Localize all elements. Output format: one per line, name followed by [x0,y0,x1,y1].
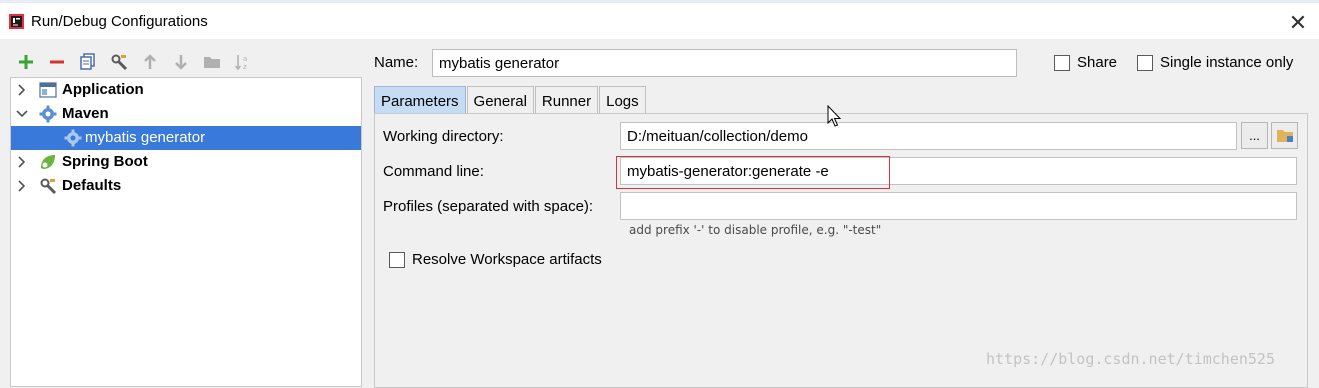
config-toolbar: az [10,48,258,76]
chevron-right-icon[interactable] [15,83,29,97]
title-bar: Run/Debug Configurations ✕ [0,3,1319,39]
maven-gear-icon [39,105,57,123]
chevron-down-icon[interactable] [15,107,29,121]
profiles-label: Profiles (separated with space): [383,198,594,215]
move-down-icon[interactable] [165,48,196,76]
tree-item-label: Spring Boot [62,153,148,170]
tree-item-label: mybatis generator [85,129,206,146]
edit-defaults-icon[interactable] [103,48,134,76]
folder-icon[interactable] [1271,122,1298,149]
window-title: Run/Debug Configurations [31,13,208,30]
single-instance-label: Single instance only [1160,54,1294,71]
svg-text:a: a [243,55,247,63]
tab-parameters[interactable]: Parameters [374,86,466,114]
move-up-icon[interactable] [134,48,165,76]
intellij-idea-icon [9,14,24,29]
maven-gear-icon [64,129,82,147]
defaults-wrench-icon [40,178,57,195]
copy-icon[interactable] [72,48,103,76]
share-checkbox[interactable] [1054,55,1070,71]
profiles-input[interactable] [620,192,1297,220]
config-tabs: Parameters General Runner Logs [374,86,647,114]
sort-icon[interactable]: az [227,48,258,76]
tree-item-spring-boot[interactable]: Spring Boot [11,150,361,174]
tree-item-label: Maven [62,105,109,122]
tree-item-label: Application [62,81,144,98]
svg-text:z: z [243,63,247,71]
folder-icon[interactable] [196,48,227,76]
tree-item-application[interactable]: Application [11,78,361,102]
name-input[interactable]: mybatis generator [432,49,1017,77]
tree-item-defaults[interactable]: Defaults [11,174,361,198]
chevron-right-icon[interactable] [15,155,29,169]
command-line-label: Command line: [383,163,484,180]
watermark: https://blog.csdn.net/timchen525 [986,350,1275,368]
working-directory-label: Working directory: [383,128,504,145]
single-instance-checkbox[interactable] [1137,55,1153,71]
name-label: Name: [374,54,419,71]
profiles-hint: add prefix '-' to disable profile, e.g. … [629,223,882,237]
remove-icon[interactable] [41,48,72,76]
configuration-tree: Application Maven mybatis generator Spri… [10,77,362,387]
application-icon [39,82,57,98]
chevron-right-icon[interactable] [15,179,29,193]
tree-item-label: Defaults [62,177,122,194]
tree-item-maven[interactable]: Maven [11,102,361,126]
mouse-cursor-icon [827,105,842,127]
add-icon[interactable] [10,48,41,76]
spring-boot-icon [41,155,55,169]
tree-item-mybatis-generator[interactable]: mybatis generator [11,126,361,150]
tab-runner[interactable]: Runner [534,86,599,114]
resolve-workspace-label: Resolve Workspace artifacts [412,251,602,268]
share-label: Share [1077,54,1118,71]
close-icon[interactable]: ✕ [1284,9,1312,37]
tab-logs[interactable]: Logs [599,86,646,114]
tab-general[interactable]: General [466,86,534,114]
resolve-workspace-checkbox[interactable] [389,252,405,268]
highlight-box [616,156,890,189]
working-directory-input[interactable]: D:/meituan/collection/demo [620,122,1237,150]
browse-button[interactable]: ... [1241,122,1268,149]
